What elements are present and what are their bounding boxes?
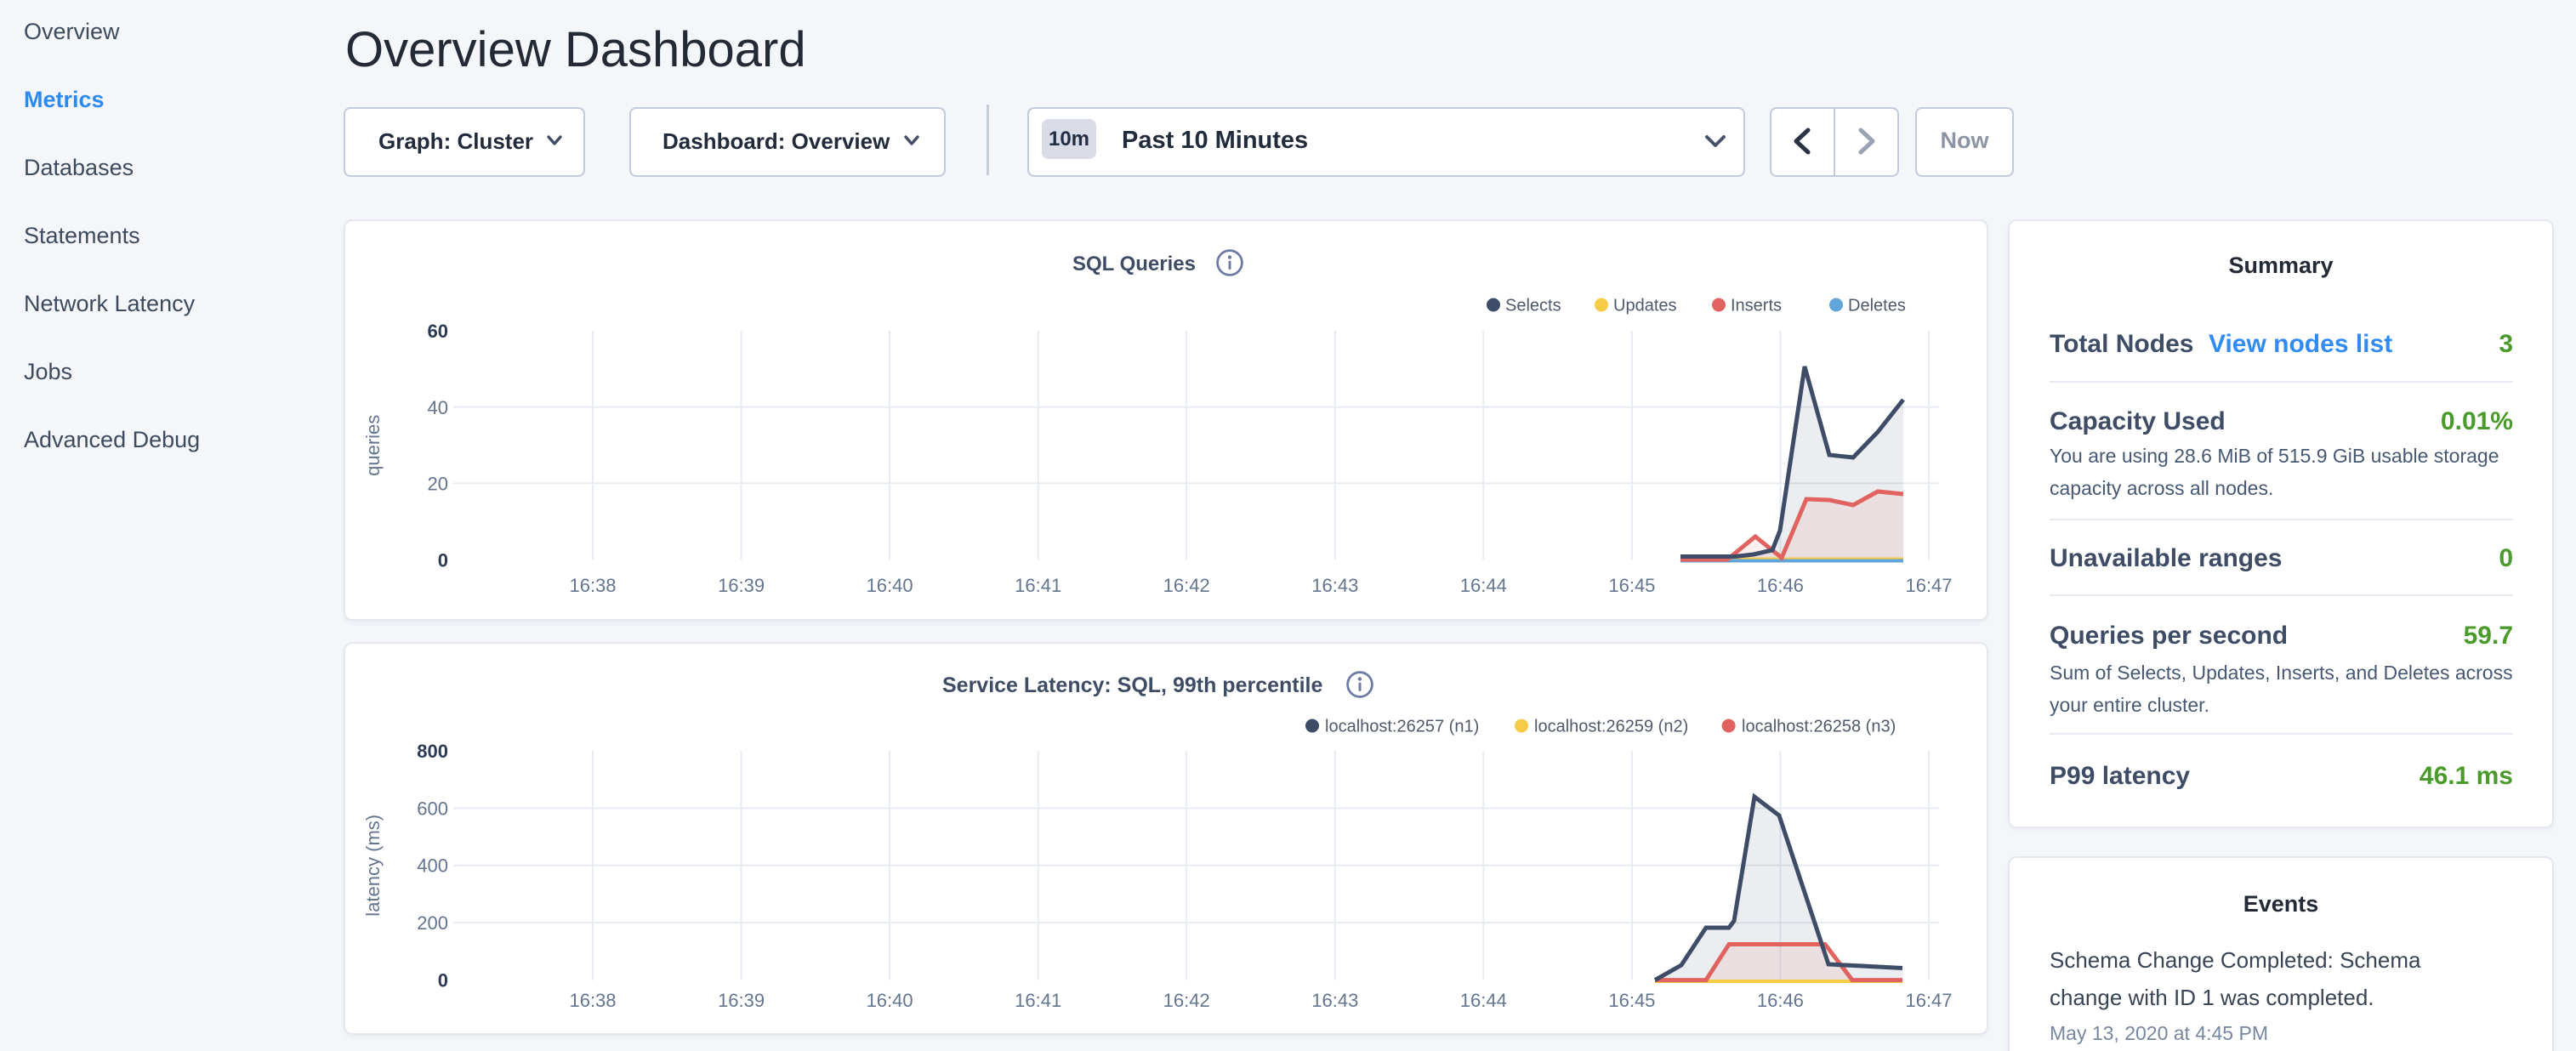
svg-text:16:42: 16:42 — [1163, 575, 1210, 596]
svg-text:16:40: 16:40 — [867, 990, 913, 1011]
svg-text:16:46: 16:46 — [1757, 575, 1804, 596]
svg-text:16:44: 16:44 — [1460, 575, 1507, 596]
svg-text:localhost:26259 (n2): localhost:26259 (n2) — [1534, 718, 1688, 736]
svg-text:60: 60 — [428, 321, 448, 342]
svg-text:Updates: Updates — [1613, 297, 1677, 315]
svg-text:16:38: 16:38 — [569, 990, 616, 1011]
svg-text:16:45: 16:45 — [1608, 575, 1655, 596]
svg-text:16:45: 16:45 — [1608, 990, 1655, 1011]
svg-text:16:40: 16:40 — [867, 575, 913, 596]
svg-text:Inserts: Inserts — [1731, 297, 1782, 315]
svg-text:latency (ms): latency (ms) — [362, 815, 384, 917]
svg-text:16:43: 16:43 — [1311, 575, 1358, 596]
svg-text:localhost:26258 (n3): localhost:26258 (n3) — [1742, 718, 1896, 736]
svg-text:16:44: 16:44 — [1460, 990, 1507, 1011]
svg-text:800: 800 — [417, 741, 448, 762]
svg-text:400: 400 — [417, 855, 448, 877]
svg-text:200: 200 — [417, 912, 448, 934]
svg-text:20: 20 — [428, 473, 448, 494]
svg-text:0: 0 — [438, 970, 448, 991]
svg-text:16:39: 16:39 — [718, 575, 765, 596]
svg-text:16:41: 16:41 — [1015, 990, 1061, 1011]
svg-text:16:47: 16:47 — [1905, 575, 1952, 596]
svg-text:Deletes: Deletes — [1848, 297, 1906, 315]
svg-text:queries: queries — [362, 415, 384, 476]
svg-text:16:41: 16:41 — [1015, 575, 1061, 596]
svg-text:16:46: 16:46 — [1757, 990, 1804, 1011]
svg-text:localhost:26257 (n1): localhost:26257 (n1) — [1325, 718, 1479, 736]
svg-text:40: 40 — [428, 397, 448, 418]
svg-text:16:47: 16:47 — [1905, 990, 1952, 1011]
svg-text:16:39: 16:39 — [718, 990, 765, 1011]
svg-text:Selects: Selects — [1505, 297, 1561, 315]
svg-text:16:43: 16:43 — [1311, 990, 1358, 1011]
svg-text:0: 0 — [438, 550, 448, 571]
svg-text:16:42: 16:42 — [1163, 990, 1210, 1011]
svg-text:16:38: 16:38 — [569, 575, 616, 596]
svg-text:600: 600 — [417, 798, 448, 819]
